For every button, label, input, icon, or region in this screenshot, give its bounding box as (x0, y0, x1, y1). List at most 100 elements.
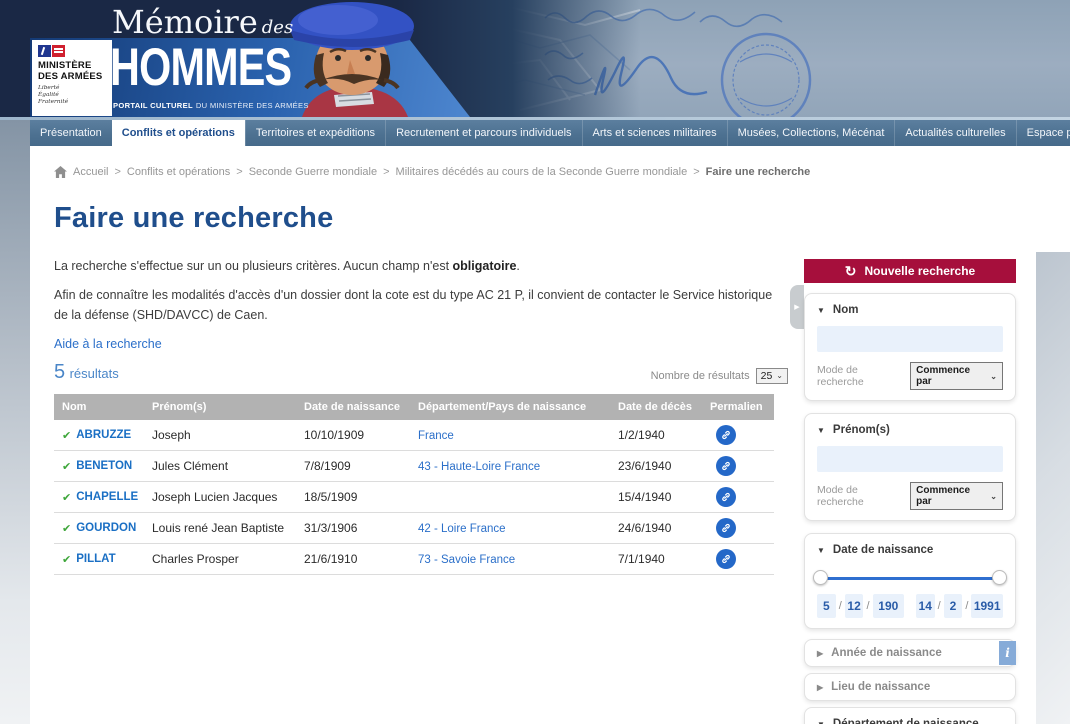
filter-panel-date-naissance: ▼ Date de naissance 5 / 12 / 190 14 / 2 … (804, 533, 1016, 629)
check-icon: ✔ (62, 460, 72, 473)
permalink-icon[interactable] (716, 518, 736, 539)
tab-presentation[interactable]: Présentation (30, 120, 112, 146)
date-to-day[interactable]: 14 (915, 594, 935, 618)
col-header-nom: Nom (62, 401, 87, 414)
tab-actualites-culturelles[interactable]: Actualités culturelles (894, 120, 1015, 146)
french-flag-icon (38, 45, 106, 57)
date-from-day[interactable]: 5 (817, 594, 836, 618)
main-nav: Présentation Conflits et opérations Terr… (30, 120, 1070, 146)
col-header-prenoms: Prénom(s) (152, 401, 207, 414)
tab-territoires-et-expeditions[interactable]: Territoires et expéditions (244, 120, 385, 146)
slider-handle-min[interactable] (813, 570, 828, 585)
prenoms-input[interactable] (817, 446, 1003, 472)
record-departement-link[interactable]: 73 - Savoie France (418, 554, 515, 566)
tab-arts-et-sciences[interactable]: Arts et sciences militaires (581, 120, 727, 146)
panel-header-date-naissance[interactable]: ▼ Date de naissance (817, 544, 1003, 556)
permalink-icon[interactable] (716, 549, 736, 570)
site-tagline: PORTAIL CULTUREL DU MINISTÈRE DES ARMÉES (113, 101, 309, 110)
permalink-icon[interactable] (716, 487, 736, 508)
record-prenoms: Jules Clément (152, 459, 229, 474)
breadcrumb-separator: > (114, 166, 121, 178)
permalink-icon[interactable] (716, 425, 736, 446)
check-icon: ✔ (62, 553, 72, 566)
date-from-month[interactable]: 12 (844, 594, 864, 618)
breadcrumb-item[interactable]: Militaires décédés au cours de la Second… (396, 166, 688, 178)
caret-down-icon: ▼ (817, 425, 825, 435)
date-to-month[interactable]: 2 (943, 594, 963, 618)
results-count: 5 résultats (54, 361, 119, 384)
record-date-deces: 1/2/1940 (618, 428, 665, 443)
info-icon[interactable]: i (999, 641, 1016, 665)
record-name-link[interactable]: CHAPELLE (76, 491, 138, 503)
search-help-link[interactable]: Aide à la recherche (54, 337, 162, 351)
record-name-link[interactable]: GOURDON (76, 522, 136, 534)
check-icon: ✔ (62, 491, 72, 504)
caret-right-icon: ▶ (817, 648, 824, 658)
results-table: Nom Prénom(s) Date de naissance Départem… (54, 394, 774, 576)
record-departement-link[interactable]: 42 - Loire France (418, 523, 506, 535)
right-page-gutter (1036, 252, 1070, 724)
tab-recrutement-et-parcours[interactable]: Recrutement et parcours individuels (385, 120, 581, 146)
filter-panel-annee-naissance: ▶ Année de naissance i (804, 639, 1016, 667)
main-content: Accueil > Conflits et opérations > Secon… (54, 166, 810, 576)
breadcrumb-item[interactable]: Conflits et opérations (127, 166, 230, 178)
breadcrumb-item[interactable]: Seconde Guerre mondiale (249, 166, 377, 178)
ministry-name-line1: MINISTÈRE (38, 60, 92, 71)
table-row: ✔ GOURDON Louis rené Jean Baptiste 31/3/1… (54, 513, 774, 545)
chevron-down-icon: ⌄ (776, 371, 783, 381)
nom-input[interactable] (817, 326, 1003, 352)
record-date-naissance: 21/6/1910 (304, 552, 358, 567)
record-departement-link[interactable]: France (418, 430, 454, 442)
new-search-button[interactable]: ↻ Nouvelle recherche (804, 259, 1016, 283)
table-row: ✔ CHAPELLE Joseph Lucien Jacques 18/5/190… (54, 482, 774, 514)
home-icon[interactable] (54, 166, 67, 178)
panel-header-prenoms[interactable]: ▼ Prénom(s) (817, 424, 1003, 436)
record-departement-link[interactable]: 43 - Haute-Loire France (418, 461, 540, 473)
record-name-link[interactable]: BENETON (76, 460, 132, 472)
page-root: MINISTÈRE DES ARMÉES Liberté Égalité Fra… (0, 0, 1070, 724)
nom-mode-select[interactable]: Commence par ⌄ (910, 362, 1003, 390)
panel-header-lieu-naissance[interactable]: ▶ Lieu de naissance (817, 681, 1003, 693)
caret-right-icon: ▶ (817, 682, 824, 692)
tab-conflits-et-operations[interactable]: Conflits et opérations (111, 120, 245, 146)
tab-espace-personnel[interactable]: Espace personnel (1015, 120, 1070, 146)
filter-panel-departement-naissance: ▼ Département de naissance (804, 707, 1016, 724)
table-row: ✔ ABRUZZE Joseph 10/10/1909 France 1/2/19… (54, 420, 774, 452)
ministry-logo: MINISTÈRE DES ARMÉES Liberté Égalité Fra… (32, 40, 112, 116)
caret-right-icon: ▶ (794, 304, 800, 311)
mode-label: Mode de recherche (817, 484, 864, 508)
breadcrumb-item[interactable]: Accueil (73, 166, 108, 178)
prenoms-mode-select[interactable]: Commence par ⌄ (910, 482, 1003, 510)
filter-panel-prenoms: ▼ Prénom(s) Mode de recherche Commence p… (804, 413, 1016, 521)
record-name-link[interactable]: ABRUZZE (76, 429, 131, 441)
panel-header-annee-naissance[interactable]: ▶ Année de naissance (817, 647, 1003, 659)
panel-header-departement-naissance[interactable]: ▼ Département de naissance (817, 718, 1003, 724)
intro-paragraph-2: Afin de connaître les modalités d'accès … (54, 288, 773, 322)
date-to-year[interactable]: 1991 (971, 594, 1003, 618)
record-prenoms: Charles Prosper (152, 552, 239, 567)
breadcrumb-separator: > (693, 166, 700, 178)
filter-panel-lieu-naissance: ▶ Lieu de naissance (804, 673, 1016, 701)
table-row: ✔ PILLAT Charles Prosper 21/6/1910 73 - S… (54, 544, 774, 576)
record-date-naissance: 18/5/1909 (304, 490, 358, 505)
col-header-date-deces: Date de décès (618, 401, 692, 414)
col-header-departement: Département/Pays de naissance (418, 401, 587, 414)
date-from-year[interactable]: 190 (872, 594, 905, 618)
record-name-link[interactable]: PILLAT (76, 553, 115, 565)
per-page-select[interactable]: 25 ⌄ (755, 368, 788, 385)
caret-down-icon: ▼ (817, 719, 825, 724)
record-prenoms: Joseph Lucien Jacques (152, 490, 278, 505)
slider-handle-max[interactable] (992, 570, 1007, 585)
col-header-permalien: Permalien (710, 401, 763, 414)
left-page-gutter (0, 120, 30, 724)
record-date-deces: 7/1/1940 (618, 552, 665, 567)
permalink-icon[interactable] (716, 456, 736, 477)
tab-musees-collections[interactable]: Musées, Collections, Mécénat (726, 120, 895, 146)
breadcrumb-separator: > (383, 166, 390, 178)
panel-header-nom[interactable]: ▼ Nom (817, 304, 1003, 316)
date-range-values: 5 / 12 / 190 14 / 2 / 1991 (817, 594, 1003, 618)
ministry-motto: Liberté Égalité Fraternité (38, 85, 69, 105)
check-icon: ✔ (62, 429, 72, 442)
refresh-icon: ↻ (844, 263, 857, 279)
sidebar-collapse-handle[interactable]: ▶ (790, 285, 804, 329)
